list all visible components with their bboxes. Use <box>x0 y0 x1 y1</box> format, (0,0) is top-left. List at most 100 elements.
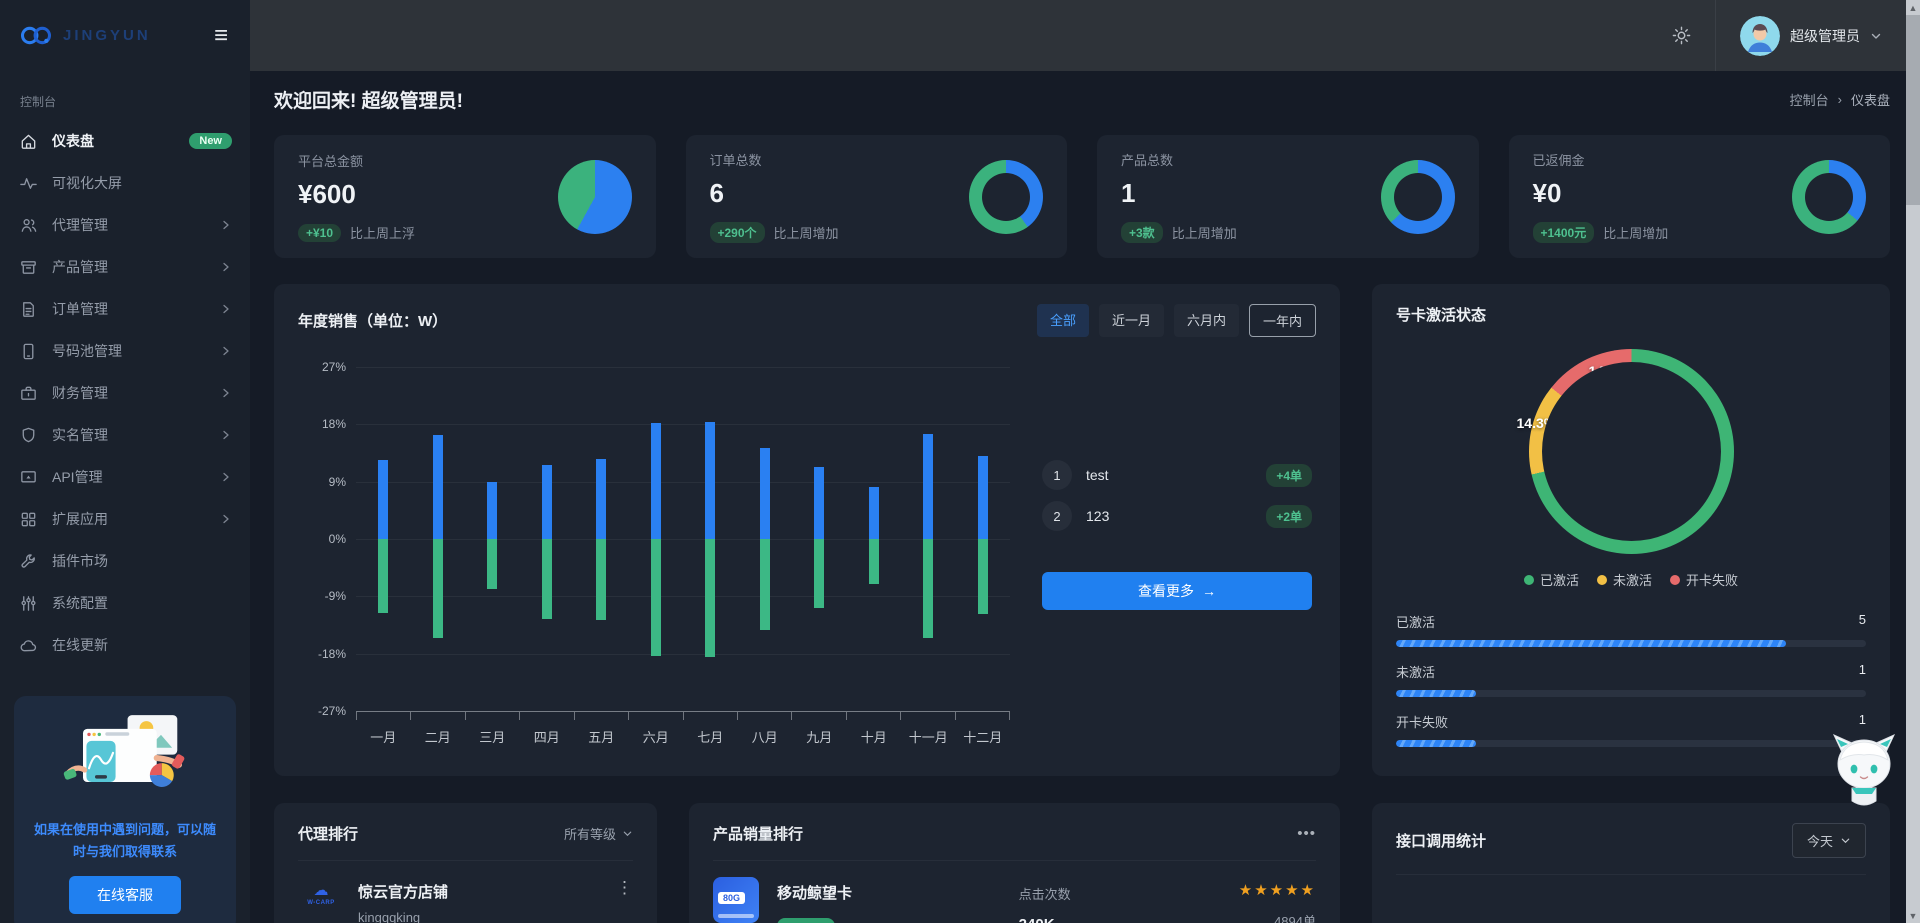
sidebar-item-label: 扩展应用 <box>52 511 108 527</box>
x-axis-label: 四月 <box>533 730 560 745</box>
bar-negative <box>378 539 389 613</box>
product-thumb-line <box>718 914 754 918</box>
stats-row: 平台总金额 ¥600 +¥10 比上周上浮 订单总数 6 +290个 比上周增加 产品总数 1 +3… <box>274 135 1890 258</box>
progress-fill <box>1396 690 1476 697</box>
kebab-menu-icon[interactable]: ⋮ <box>616 879 633 896</box>
sidebar-item-grid[interactable]: 扩展应用 <box>0 498 250 540</box>
bar-negative <box>650 539 661 657</box>
scroll-down-arrow[interactable]: ▼ <box>1909 908 1918 923</box>
stat-donut-chart <box>1792 159 1866 234</box>
sidebar-item-home[interactable]: 仪表盘 New <box>0 120 250 162</box>
user-menu[interactable]: 超级管理员 <box>1715 0 1906 71</box>
annual-sales-card: 年度销售（单位：W） 全部 近一月 六月内 一年内 27% 18% 9% 0% -9% -18%… <box>274 284 1340 776</box>
product-info: 移动鲸望卡 <box>777 877 1015 923</box>
sidebar-item-phone[interactable]: 号码池管理 <box>0 330 250 372</box>
sidebar-item-box[interactable]: 产品管理 <box>0 246 250 288</box>
stat-change-badge: +290个 <box>709 222 765 243</box>
mascot-widget[interactable] <box>1824 730 1904 818</box>
rank-number: 2 <box>1042 501 1072 531</box>
bottom-row: 代理排行 所有等级 ☁ W-CARP 惊云官方店铺 kingqqking ⋮ 产… <box>274 803 1890 923</box>
annual-sales-title: 年度销售（单位：W） <box>298 313 448 330</box>
sidebar: JINGYUN ≡ 控制台 仪表盘 New 可视化大屏 代理管理 产品管理 订单管理 号码池… <box>0 0 250 923</box>
content: 欢迎回来! 超级管理员! 控制台 › 仪表盘 平台总金额 ¥600 +¥10 比上周上… <box>250 71 1906 923</box>
bar-column <box>356 367 411 711</box>
sales-filter-chip[interactable]: 近一月 <box>1098 304 1164 337</box>
help-illustration <box>63 715 185 787</box>
x-axis-label: 七月 <box>697 730 724 745</box>
stat-donut-chart <box>969 159 1043 234</box>
x-axis-label: 十二月 <box>963 730 1003 745</box>
stat-card-info: 订单总数 6 +290个 比上周增加 <box>709 150 839 243</box>
legend-dot <box>1596 574 1607 585</box>
level-filter-label: 所有等级 <box>563 827 616 842</box>
sidebar-item-cloud[interactable]: 在线更新 <box>0 624 250 666</box>
legend-item[interactable]: 未激活 <box>1596 570 1652 589</box>
stat-note: 比上周上浮 <box>350 226 416 241</box>
sales-filter-chip[interactable]: 全部 <box>1036 304 1089 337</box>
sidebar-item-monitor[interactable]: API管理 <box>0 456 250 498</box>
sidebar-item-briefcase[interactable]: 财务管理 <box>0 372 250 414</box>
ranking-rows: 1 test +4单 2 123 +2单 <box>1042 449 1312 542</box>
grid-icon <box>18 509 38 529</box>
stat-value: ¥600 <box>298 179 356 209</box>
online-support-button[interactable]: 在线客服 <box>69 876 181 915</box>
activation-head: 号卡激活状态 <box>1396 304 1866 325</box>
legend-item[interactable]: 已激活 <box>1523 570 1579 589</box>
level-filter-dropdown[interactable]: 所有等级 <box>564 824 633 843</box>
api-stats-title: 接口调用统计 <box>1396 833 1487 850</box>
product-list-item[interactable]: 80G 移动鲸望卡 点击次数 240K ★★★★★ <box>713 861 1316 923</box>
sidebar-item-users[interactable]: 代理管理 <box>0 204 250 246</box>
x-axis-label: 十一月 <box>908 730 948 745</box>
breadcrumb-separator: › <box>1837 92 1842 107</box>
scroll-up-arrow[interactable]: ▲ <box>1909 0 1918 15</box>
breadcrumb-item[interactable]: 控制台 <box>1790 90 1829 109</box>
mid-row: 年度销售（单位：W） 全部 近一月 六月内 一年内 27% 18% 9% 0% -9% -18%… <box>274 284 1890 776</box>
card-activation-status: 号卡激活状态 71.4%14.3%14.3% 已激活未激活开卡失败 已激活5未激… <box>1372 284 1890 776</box>
product-ranking-head: 产品销量排行 ••• <box>713 823 1316 861</box>
sidebar-item-label: 号码池管理 <box>52 343 122 359</box>
product-name: 移动鲸望卡 <box>777 885 853 902</box>
chevron-right-icon <box>220 387 232 399</box>
sidebar-item-label: 在线更新 <box>52 637 108 653</box>
app-logo[interactable]: JINGYUN <box>16 22 151 49</box>
stat-card-info: 已返佣金 ¥0 +1400元 比上周增加 <box>1532 150 1668 243</box>
annual-sales-head: 年度销售（单位：W） 全部 近一月 六月内 一年内 <box>298 304 1316 337</box>
sales-ranking: 1 test +4单 2 123 +2单 查看更多 → <box>1016 337 1316 756</box>
theme-toggle-sun-icon[interactable] <box>1661 16 1701 56</box>
ranking-row[interactable]: 2 123 +2单 <box>1042 501 1312 531</box>
agent-cloud-icon: ☁ <box>313 882 329 899</box>
today-filter-dropdown[interactable]: 今天 <box>1791 823 1866 858</box>
progress-value: 1 <box>1858 712 1866 727</box>
sales-chart-plot: 27% 18% 9% 0% -9% -18% -27% <box>318 360 1010 718</box>
more-options-icon[interactable]: ••• <box>1297 825 1316 842</box>
donut-hole <box>1393 172 1442 221</box>
stat-card: 已返佣金 ¥0 +1400元 比上周增加 <box>1508 135 1890 258</box>
sidebar-item-wrench[interactable]: 插件市场 <box>0 540 250 582</box>
sales-filter-chip[interactable]: 一年内 <box>1248 304 1316 337</box>
scrollbar-thumb[interactable] <box>1906 15 1920 205</box>
sidebar-item-activity[interactable]: 可视化大屏 <box>0 162 250 204</box>
bar-positive <box>432 434 443 539</box>
sidebar-item-sliders[interactable]: 系统配置 <box>0 582 250 624</box>
monitor-icon <box>18 467 38 487</box>
sidebar-item-document[interactable]: 订单管理 <box>0 288 250 330</box>
view-more-button[interactable]: 查看更多 → <box>1042 572 1312 610</box>
legend-item[interactable]: 开卡失败 <box>1670 570 1738 589</box>
bar-column <box>629 367 684 711</box>
bar-positive <box>977 456 988 539</box>
scrollbar[interactable]: ▲ ▼ <box>1906 0 1920 923</box>
sidebar-item-shield[interactable]: 实名管理 <box>0 414 250 456</box>
sidebar-item-label: 代理管理 <box>52 217 108 233</box>
bar-positive <box>596 458 607 539</box>
new-badge: New <box>189 133 232 149</box>
stat-card: 订单总数 6 +290个 比上周增加 <box>685 135 1067 258</box>
product-thumb-label: 80G <box>718 892 746 904</box>
progress-value: 5 <box>1858 612 1866 627</box>
stat-note: 比上周增加 <box>1171 226 1237 241</box>
agent-list-item[interactable]: ☁ W-CARP 惊云官方店铺 kingqqking ⋮ <box>298 861 633 923</box>
hamburger-menu-icon[interactable]: ≡ <box>214 23 228 48</box>
ranking-row[interactable]: 1 test +4单 <box>1042 460 1312 490</box>
bar-column <box>574 367 629 711</box>
sales-filter-chip[interactable]: 六月内 <box>1173 304 1239 337</box>
progress-label: 开卡失败 <box>1396 715 1449 730</box>
